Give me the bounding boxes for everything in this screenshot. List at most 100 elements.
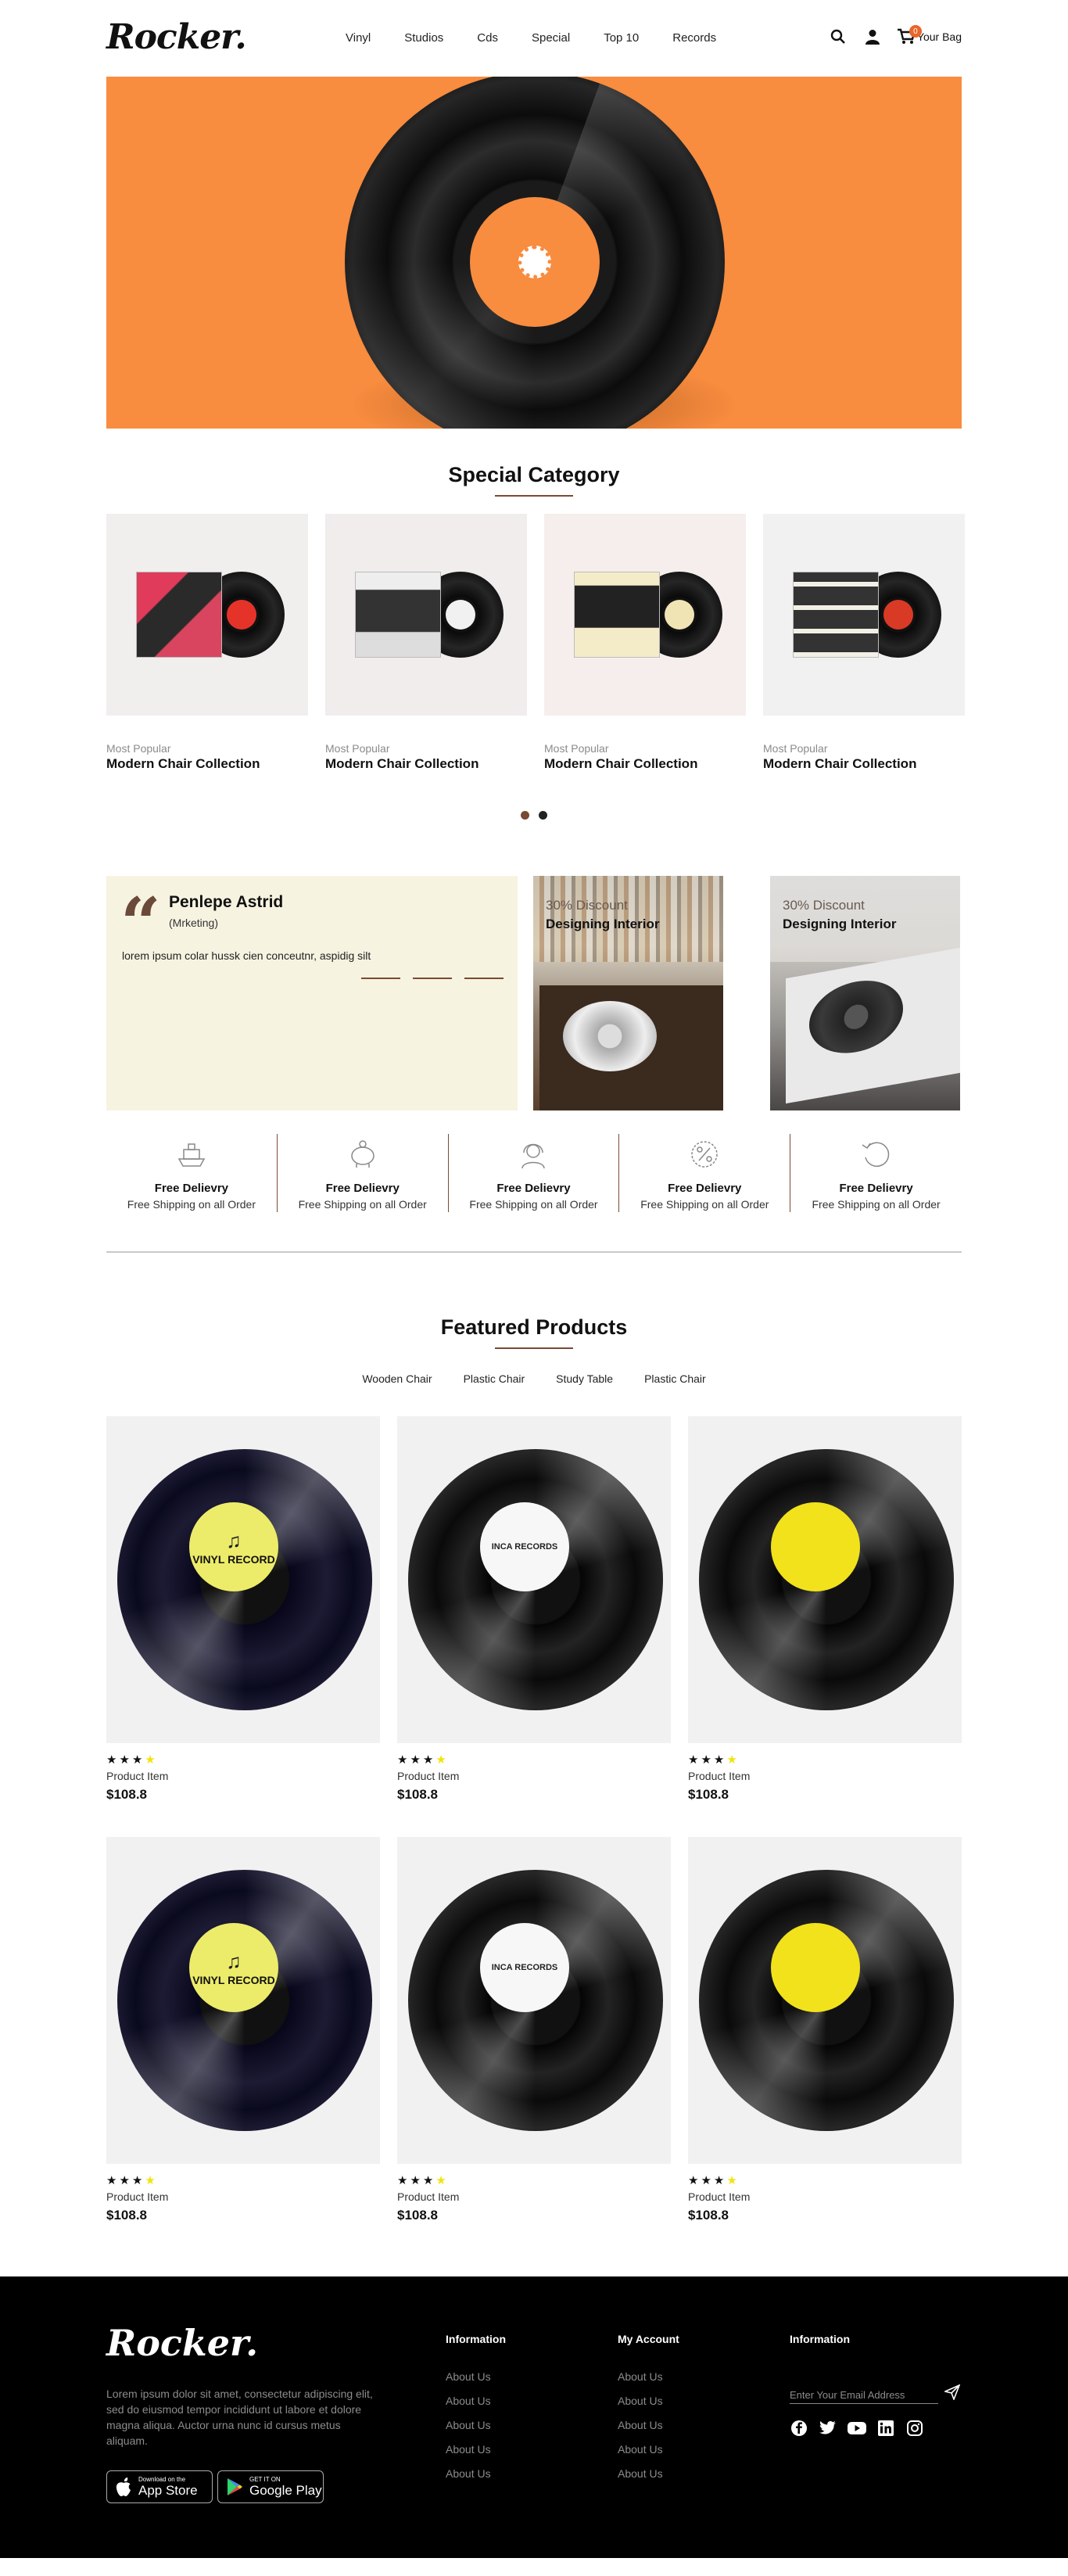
app-store-button[interactable]: Download on the App Store — [106, 2470, 213, 2503]
product-name[interactable]: Product Item — [688, 1770, 962, 1782]
search-icon[interactable] — [828, 27, 848, 47]
product-image — [688, 1837, 962, 2164]
star-rating: ★ ★ ★ ★ — [106, 1753, 156, 1767]
category-card[interactable]: Most Popular Modern Chair Collection — [544, 514, 746, 772]
product-card[interactable]: INCA RECORDS ★ ★ ★ ★ Product Item $108.8 — [397, 1837, 671, 2223]
category-name[interactable]: Modern Chair Collection — [544, 756, 746, 772]
footer-column-title: My Account — [618, 2333, 679, 2345]
product-image: ♫ VINYL RECORD — [106, 1416, 380, 1743]
twitter-icon[interactable] — [819, 2419, 837, 2438]
product-card[interactable]: ♫ VINYL RECORD ★ ★ ★ ★ Product Item $108.8 — [106, 1416, 380, 1803]
youtube-icon[interactable] — [848, 2419, 866, 2438]
footer-link[interactable]: About Us — [446, 2370, 506, 2383]
ship-icon — [177, 1143, 206, 1167]
logo[interactable]: Rocker. — [106, 17, 247, 57]
feature-item: Free Delievry Free Shipping on all Order — [790, 1134, 962, 1212]
nav-vinyl[interactable]: Vinyl — [346, 31, 371, 45]
pager-line[interactable] — [464, 978, 504, 979]
category-subtitle: Most Popular — [544, 742, 609, 755]
footer-column-my-account: My Account About Us About Us About Us Ab… — [618, 2333, 679, 2480]
footer-link[interactable]: About Us — [618, 2419, 679, 2431]
product-image: INCA RECORDS — [397, 1416, 671, 1743]
email-input[interactable]: Enter Your Email Address — [790, 2389, 938, 2404]
app-store-badges: Download on the App Store GET IT ON Google… — [106, 2470, 324, 2503]
feature-title: Free Delievry — [325, 1182, 400, 1195]
user-icon[interactable] — [862, 27, 883, 47]
promo-title: Designing Interior — [546, 917, 660, 931]
send-icon[interactable] — [944, 2384, 960, 2400]
linkedin-icon[interactable] — [876, 2419, 895, 2438]
promo-row: “ Penlepe Astrid (Mrketing) lorem ipsum … — [106, 876, 962, 1110]
footer-column-information: Information About Us About Us About Us A… — [446, 2333, 506, 2480]
bag-count-badge: 0 — [909, 25, 922, 38]
carousel-dot[interactable] — [521, 811, 529, 820]
product-card[interactable]: ★ ★ ★ ★ Product Item $108.8 — [688, 1837, 962, 2223]
product-name[interactable]: Product Item — [688, 2190, 962, 2203]
footer-link[interactable]: About Us — [446, 2443, 506, 2456]
feature-subtitle: Free Shipping on all Order — [812, 1198, 941, 1211]
footer-link[interactable]: About Us — [446, 2419, 506, 2431]
footer-link[interactable]: About Us — [618, 2395, 679, 2407]
category-card[interactable]: Most Popular Modern Chair Collection — [763, 514, 965, 772]
tab-study-table[interactable]: Study Table — [556, 1372, 613, 1385]
star-rating: ★ ★ ★ ★ — [106, 2174, 156, 2187]
nav-records[interactable]: Records — [672, 31, 716, 45]
category-image — [325, 514, 527, 716]
footer-column-title: Information — [446, 2333, 506, 2345]
tab-plastic-chair[interactable]: Plastic Chair — [464, 1372, 525, 1385]
tab-wooden-chair[interactable]: Wooden Chair — [362, 1372, 432, 1385]
product-name[interactable]: Product Item — [397, 1770, 671, 1782]
category-name[interactable]: Modern Chair Collection — [325, 756, 527, 772]
promo-card[interactable]: 30% Discount Designing Interior — [533, 876, 723, 1110]
nav-special[interactable]: Special — [532, 31, 570, 45]
product-name[interactable]: Product Item — [397, 2190, 671, 2203]
album-sleeve — [793, 572, 879, 658]
footer-link[interactable]: About Us — [446, 2467, 506, 2480]
product-card[interactable]: ★ ★ ★ ★ Product Item $108.8 — [688, 1416, 962, 1803]
footer-logo[interactable]: Rocker. — [106, 2322, 258, 2364]
carousel-dot[interactable] — [539, 811, 547, 820]
category-name[interactable]: Modern Chair Collection — [763, 756, 965, 772]
product-card[interactable]: INCA RECORDS ★ ★ ★ ★ Product Item $108.8 — [397, 1416, 671, 1803]
pager-line[interactable] — [413, 978, 452, 979]
footer-link[interactable]: About Us — [446, 2395, 506, 2407]
promo-card[interactable]: 30% Discount Designing Interior — [770, 876, 960, 1110]
nav-studios[interactable]: Studios — [404, 31, 443, 45]
product-name[interactable]: Product Item — [106, 1770, 380, 1782]
testimonial-role: (Mrketing) — [169, 917, 219, 929]
star-rating: ★ ★ ★ ★ — [397, 1753, 446, 1767]
testimonial-text: lorem ipsum colar hussk cien conceutnr, … — [122, 949, 371, 962]
footer-link[interactable]: About Us — [618, 2443, 679, 2456]
tab-plastic-chair-2[interactable]: Plastic Chair — [644, 1372, 706, 1385]
feature-subtitle: Free Shipping on all Order — [640, 1198, 769, 1211]
pager-line[interactable] — [361, 978, 400, 979]
product-price: $108.8 — [397, 1787, 438, 1802]
product-name[interactable]: Product Item — [106, 2190, 380, 2203]
feature-subtitle: Free Shipping on all Order — [298, 1198, 427, 1211]
category-name[interactable]: Modern Chair Collection — [106, 756, 308, 772]
record-label: ♫ VINYL RECORD — [189, 1923, 278, 2012]
product-card[interactable]: ♫ VINYL RECORD ★ ★ ★ ★ Product Item $108.8 — [106, 1837, 380, 2223]
testimonial-pager — [361, 978, 504, 979]
bag-label: Your Bag — [916, 30, 962, 43]
promo-discount: 30% Discount — [783, 898, 865, 913]
category-card[interactable]: Most Popular Modern Chair Collection — [106, 514, 308, 772]
category-subtitle: Most Popular — [763, 742, 828, 755]
nav-top-10[interactable]: Top 10 — [604, 31, 639, 45]
bag-button[interactable]: 0 Your Bag — [897, 25, 962, 45]
promo-discount: 30% Discount — [546, 898, 628, 913]
quote-icon: “ — [120, 882, 161, 965]
testimonial-card: “ Penlepe Astrid (Mrketing) lorem ipsum … — [106, 876, 518, 1110]
google-play-button[interactable]: GET IT ON Google Play — [217, 2470, 324, 2503]
star-rating: ★ ★ ★ ★ — [688, 1753, 737, 1767]
facebook-icon[interactable] — [790, 2419, 808, 2438]
instagram-icon[interactable] — [905, 2419, 924, 2438]
footer-column-title: Information — [790, 2333, 850, 2345]
footer-link[interactable]: About Us — [618, 2370, 679, 2383]
nav-cds[interactable]: Cds — [477, 31, 498, 45]
footer-link[interactable]: About Us — [618, 2467, 679, 2480]
product-price: $108.8 — [106, 1787, 147, 1802]
category-card[interactable]: Most Popular Modern Chair Collection — [325, 514, 527, 772]
site-footer: Rocker. Lorem ipsum dolor sit amet, cons… — [0, 2276, 1068, 2558]
hero-record-label — [470, 197, 600, 327]
